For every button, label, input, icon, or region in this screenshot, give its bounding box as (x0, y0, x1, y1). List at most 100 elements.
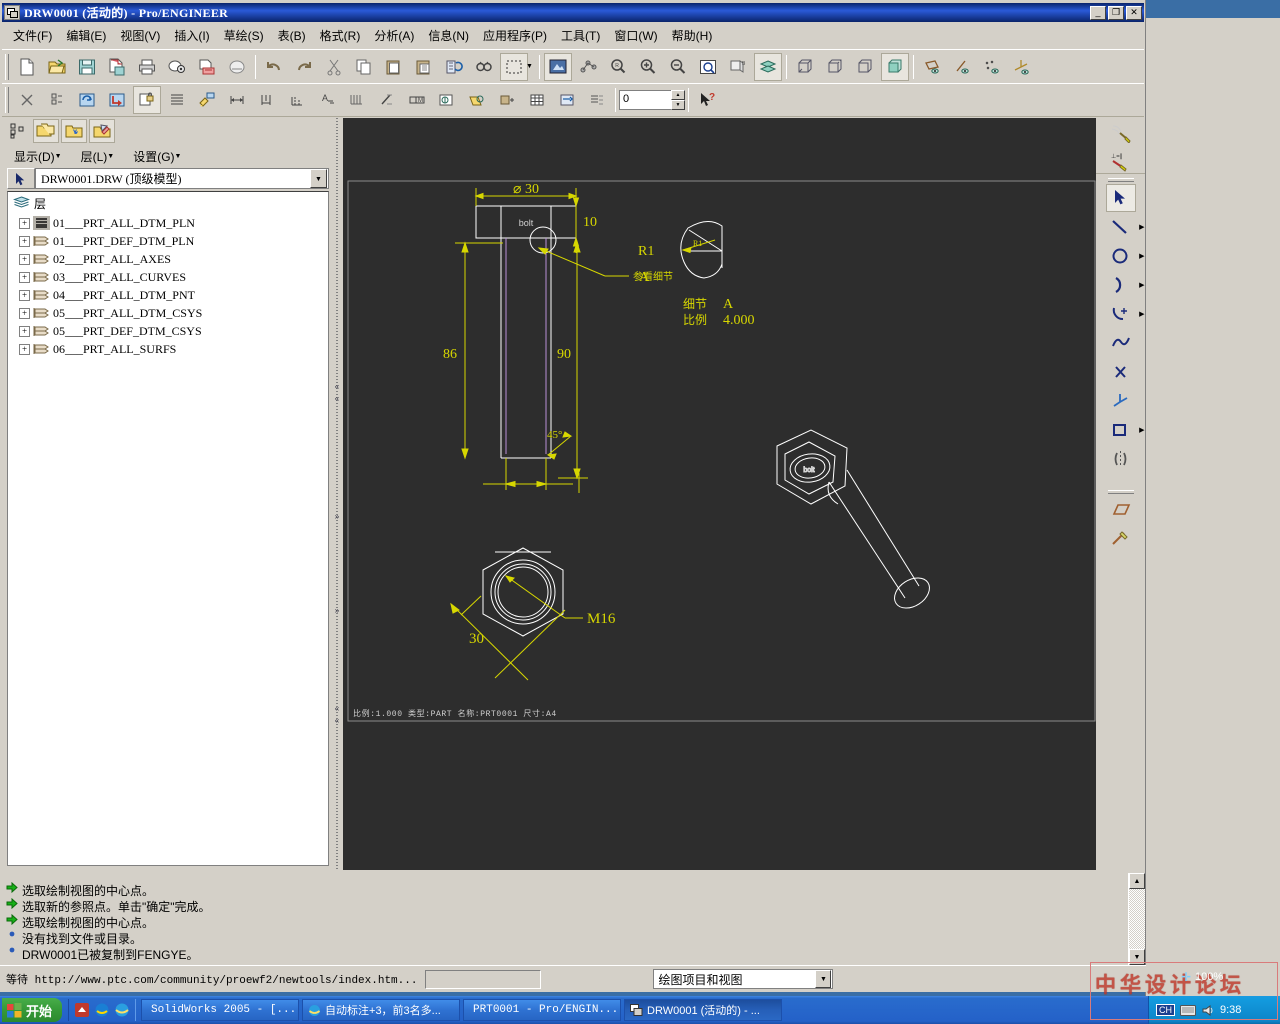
menu-format[interactable]: 格式(R) (313, 25, 368, 46)
open-folder-icon[interactable] (43, 53, 71, 81)
layer-settings-menu[interactable]: 设置(G) ▼ (126, 147, 192, 165)
coordinate-system-icon[interactable] (1106, 387, 1136, 415)
stepper-down[interactable]: ▼ (671, 100, 685, 110)
mail-icon[interactable] (163, 53, 191, 81)
mirror-icon[interactable] (1106, 445, 1136, 473)
layer-tree-item[interactable]: + 05___PRT_DEF_DTM_CSYS (8, 322, 328, 340)
menu-tools[interactable]: 工具(T) (554, 25, 607, 46)
layer-tree-root[interactable]: 层 (8, 192, 328, 214)
table-insert-icon[interactable] (523, 86, 551, 114)
scroll-up-icon[interactable]: ▲ (1129, 873, 1145, 889)
taskbar-item-browser[interactable]: 自动标注+3，前3名多... (302, 999, 461, 1021)
volume-icon[interactable] (1201, 1004, 1215, 1017)
shaded-icon[interactable] (880, 52, 909, 81)
copy-layer-icon[interactable] (33, 119, 59, 143)
pointer-icon[interactable] (7, 168, 35, 189)
chevron-down-icon[interactable]: ▼ (526, 63, 533, 70)
spin-center-icon[interactable] (574, 53, 602, 81)
splitter-collapse-down-icon[interactable]: « (333, 703, 341, 715)
menu-window[interactable]: 窗口(W) (607, 25, 664, 46)
layer-tree-item[interactable]: + 01___PRT_DEF_DTM_PLN (8, 232, 328, 250)
copy-icon[interactable] (350, 53, 378, 81)
quantity-stepper[interactable]: ▲ ▼ (671, 90, 685, 110)
fillet-icon[interactable]: ▶ (1106, 300, 1145, 328)
zoom-refit-icon[interactable]: R (604, 53, 632, 81)
taskbar-item-drw0001[interactable]: DRW0001 (活动的) - ... (624, 999, 783, 1021)
layers-icon[interactable] (753, 52, 782, 81)
mode-combo[interactable]: 绘图项目和视图 ▼ (653, 969, 834, 989)
splitter-collapse-up2-icon[interactable]: « (333, 393, 341, 405)
line-icon[interactable]: ▶ (1106, 213, 1145, 241)
ie-icon[interactable] (114, 1002, 130, 1018)
lock-icon[interactable] (133, 86, 161, 114)
erase-icon[interactable] (43, 86, 71, 114)
menu-view[interactable]: 视图(V) (113, 25, 167, 46)
splitter-collapse-up-icon[interactable]: « (333, 381, 341, 393)
datum-ref-icon[interactable]: M (403, 86, 431, 114)
zoom-out-icon[interactable] (664, 53, 692, 81)
move-icon[interactable] (103, 86, 131, 114)
expander-icon[interactable]: + (19, 289, 30, 301)
taskbar-item-solidworks[interactable]: SolidWorks 2005 - [... (141, 999, 300, 1021)
splitter-collapse-down2-icon[interactable]: « (333, 715, 341, 727)
maximize-button[interactable]: ❐ (1108, 5, 1124, 20)
flyout-arrow-icon[interactable]: ▶ (1139, 252, 1144, 260)
menu-info[interactable]: 信息(N) (421, 25, 476, 46)
undo-icon[interactable] (260, 53, 288, 81)
start-button[interactable]: 开始 (2, 998, 63, 1022)
expander-icon[interactable]: + (19, 253, 30, 265)
minimize-button[interactable]: _ (1090, 5, 1106, 20)
select-box-icon[interactable] (500, 52, 528, 81)
repaint-icon[interactable] (543, 52, 572, 81)
flyout-arrow-icon[interactable]: ▶ (1139, 281, 1144, 289)
splitter-expand-icon[interactable]: » (333, 511, 341, 523)
graphics-area[interactable]: bolt ⌀ 30 10 86 90 参看细节 R1 A 45° R1 细节 A… (343, 118, 1096, 870)
menu-help[interactable]: 帮助(H) (665, 25, 720, 46)
paste-special-icon[interactable] (410, 53, 438, 81)
table-icon[interactable] (163, 86, 191, 114)
save-icon[interactable] (73, 53, 101, 81)
message-log[interactable]: 选取绘制视图的中心点。 选取新的参照点。单击"确定"完成。 选取绘制视图的中心点… (2, 880, 1128, 965)
datum-csys-icon[interactable] (1008, 53, 1036, 81)
save-a-copy-icon[interactable] (103, 53, 131, 81)
plot-icon[interactable] (223, 53, 251, 81)
redo-icon[interactable] (290, 53, 318, 81)
layer-tree-item[interactable]: + 05___PRT_ALL_DTM_CSYS (8, 304, 328, 322)
toolbar-grip[interactable] (5, 53, 9, 80)
drawing-canvas[interactable]: bolt ⌀ 30 10 86 90 参看细节 R1 A 45° R1 细节 A… (343, 118, 1096, 870)
context-help-icon[interactable]: ? (693, 86, 721, 114)
menu-edit[interactable]: 编辑(E) (59, 25, 113, 46)
circle-icon[interactable]: ▶ (1106, 242, 1145, 270)
menu-insert[interactable]: 插入(I) (167, 25, 216, 46)
geom-tol-icon[interactable]: ⊥=∥ (1106, 148, 1136, 176)
datum-axis-icon[interactable] (948, 53, 976, 81)
layer-menu[interactable]: 层(L) ▼ (73, 147, 125, 165)
close-button[interactable]: ✕ (1126, 5, 1142, 20)
text-style-icon[interactable] (583, 86, 611, 114)
new-layer-icon[interactable] (61, 119, 87, 143)
axis-icon[interactable] (493, 86, 521, 114)
layer-tree[interactable]: 层 + 01___PRT_ALL_DTM_PLN + 01___PRT_DEF_… (7, 191, 329, 866)
create-ref-dim-icon[interactable] (1106, 119, 1136, 147)
saved-views-icon[interactable]: B (724, 53, 752, 81)
expander-icon[interactable]: + (19, 325, 30, 337)
clock[interactable]: 9:38 (1220, 1004, 1241, 1016)
ordinate-icon[interactable] (283, 86, 311, 114)
solidworks-icon[interactable] (74, 1002, 90, 1018)
geom-tol-icon[interactable] (373, 86, 401, 114)
surface-finish-icon[interactable] (343, 86, 371, 114)
chevron-down-icon[interactable]: ▼ (310, 169, 327, 188)
flyout-arrow-icon[interactable]: ▶ (1139, 223, 1144, 231)
toolbar-grip[interactable] (1107, 178, 1134, 182)
expander-icon[interactable]: + (19, 271, 30, 283)
toolbar-grip[interactable] (5, 87, 9, 113)
expander-icon[interactable]: + (19, 217, 30, 229)
tolerance-icon[interactable]: A (313, 86, 341, 114)
expander-icon[interactable]: + (19, 235, 30, 247)
keyboard-icon[interactable] (1180, 1004, 1196, 1017)
delete-icon[interactable] (13, 86, 41, 114)
spline-icon[interactable] (1106, 329, 1136, 357)
navigator-splitter[interactable]: « « » » « « (332, 118, 342, 870)
layer-tree-item[interactable]: + 03___PRT_ALL_CURVES (8, 268, 328, 286)
ref-dim-icon[interactable] (253, 86, 281, 114)
